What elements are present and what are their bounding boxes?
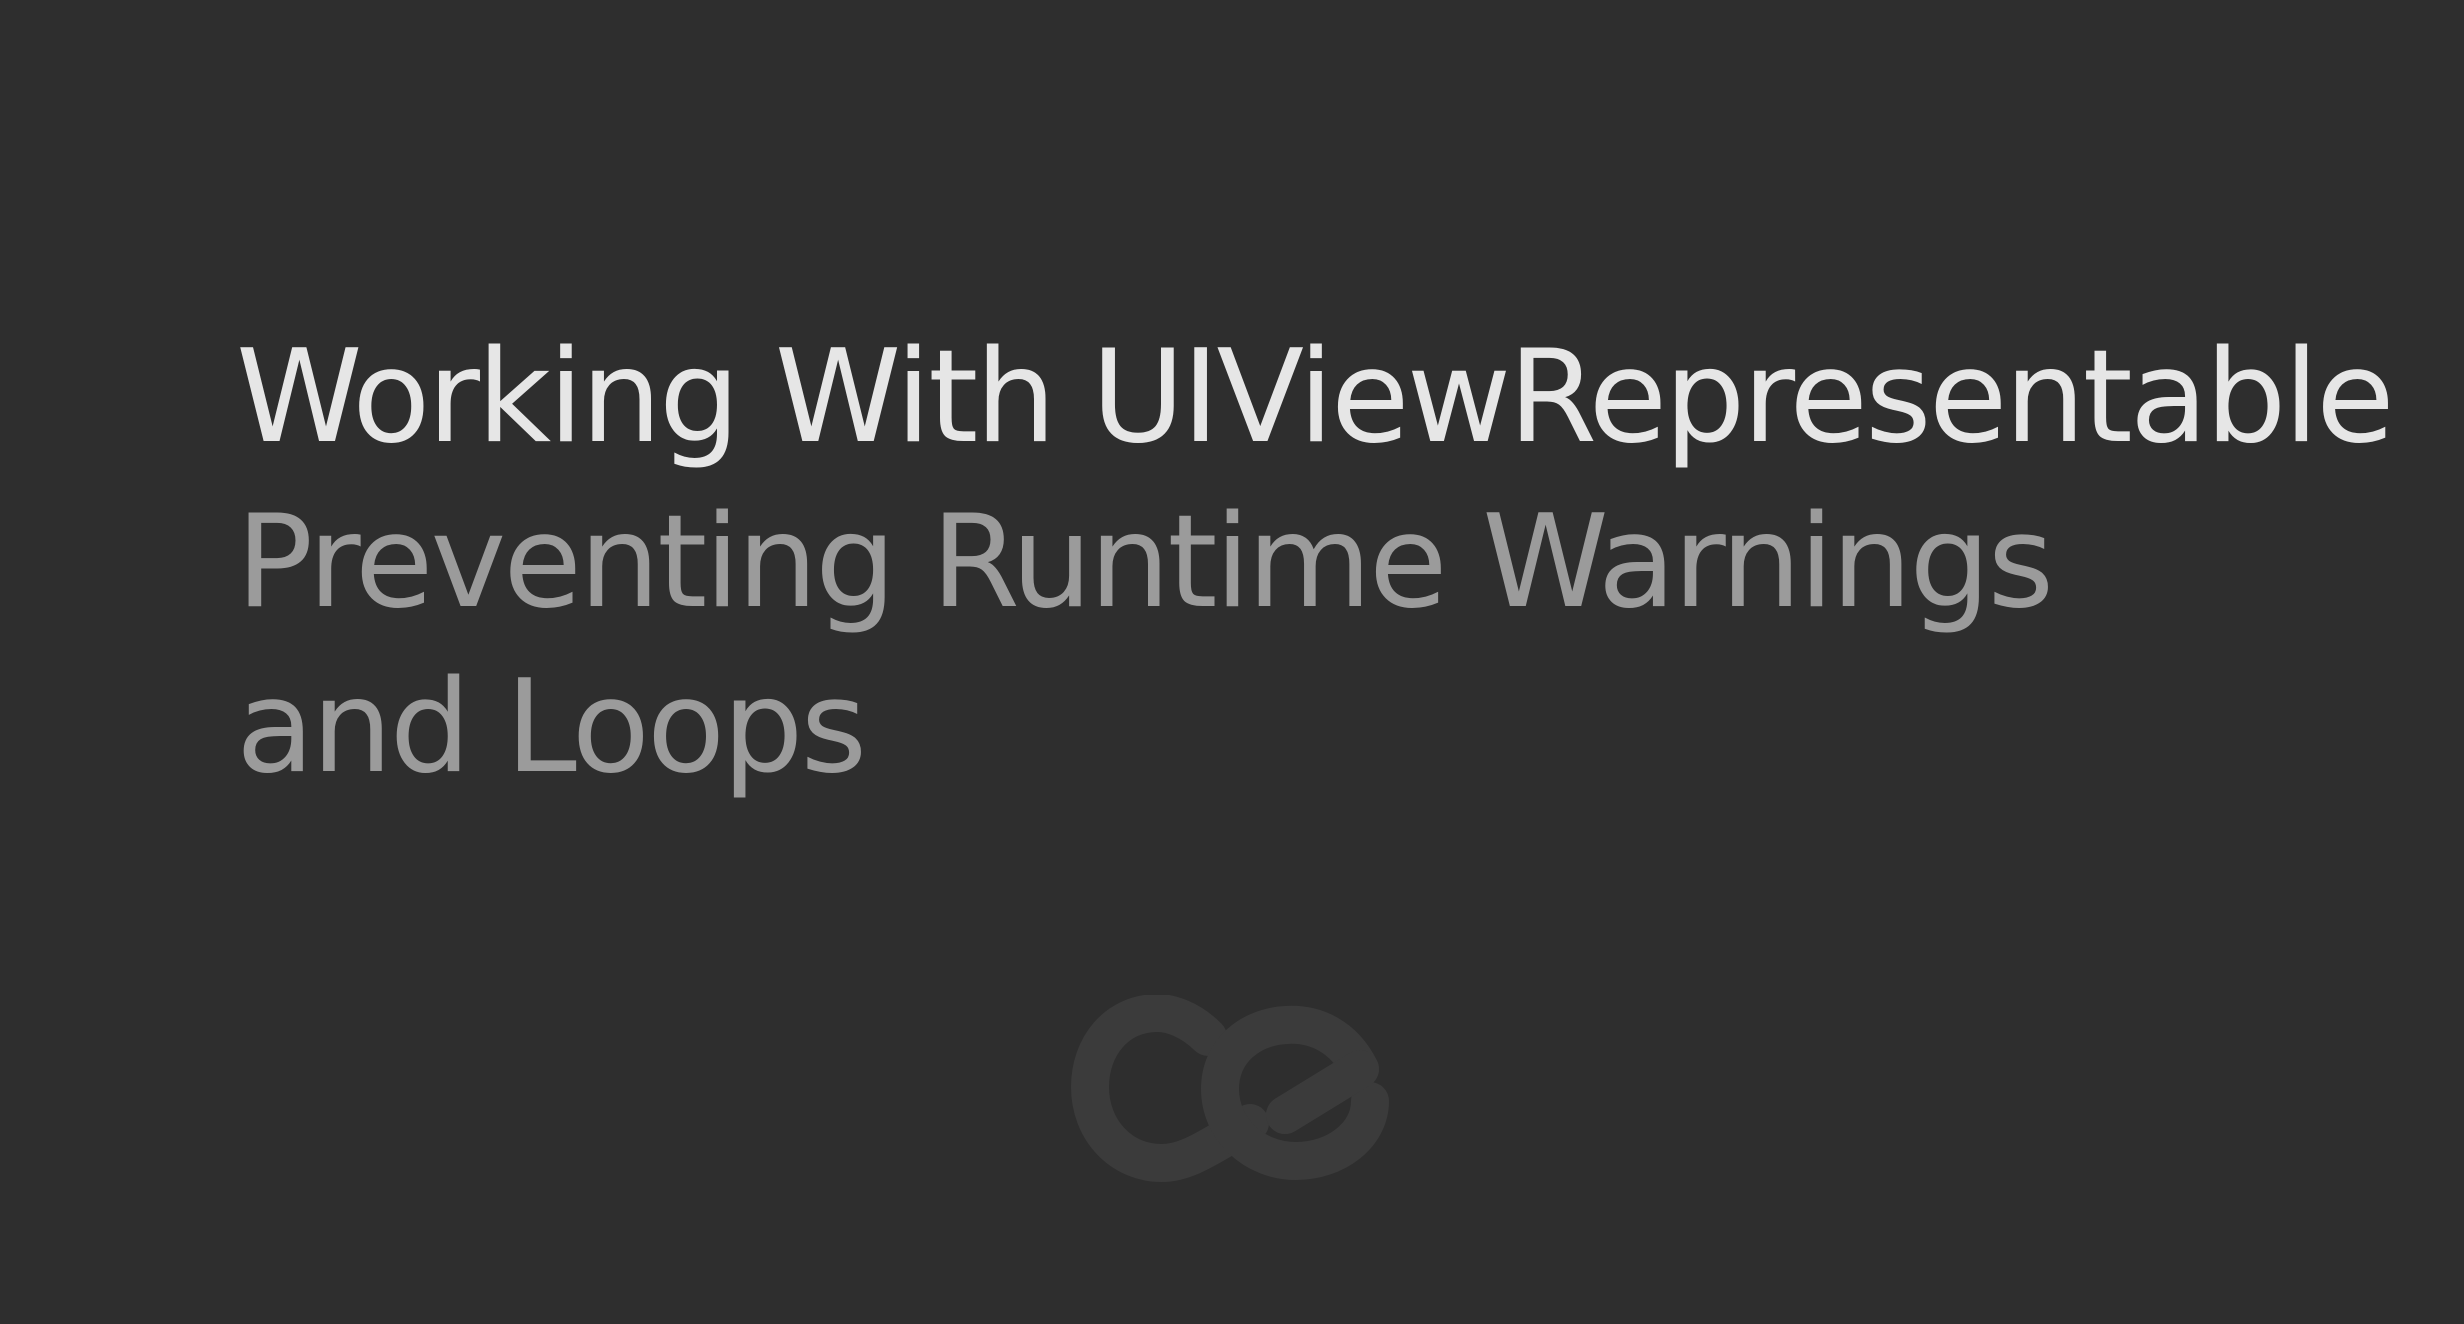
slide-canvas: Working With UIViewRepresentable Prevent… <box>0 0 2464 1324</box>
title-block: Working With UIViewRepresentable Prevent… <box>236 315 2395 810</box>
page-title: Working With UIViewRepresentable <box>236 323 2395 472</box>
subtitle-line-1: Preventing Runtime Warnings <box>236 488 2054 637</box>
subtitle-line-2: and Loops <box>236 653 867 802</box>
ce-logo-icon <box>1070 995 1389 1183</box>
